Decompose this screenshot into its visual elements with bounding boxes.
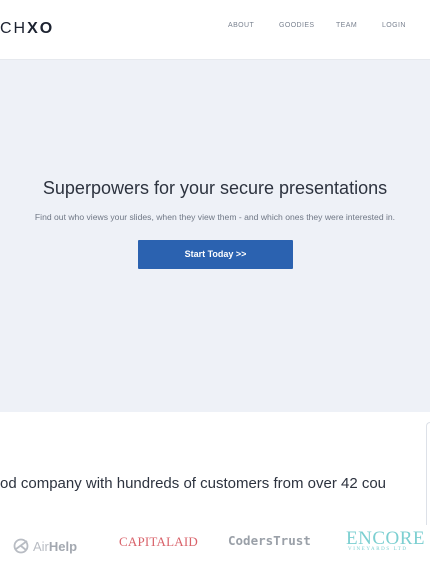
site-header: CHXO ABOUT GOODIES TEAM LOGIN	[0, 0, 430, 60]
airhelp-text-light: Air	[33, 538, 49, 554]
hero-subtitle: Find out who views your slides, when the…	[34, 212, 396, 222]
nav-link-goodies[interactable]: GOODIES	[279, 22, 314, 29]
customers-heading: od company with hundreds of customers fr…	[0, 475, 387, 492]
airhelp-text-bold: Help	[48, 538, 78, 554]
encore-name: ENCORE	[346, 528, 425, 549]
capitalaid-logo: CAPITALAID	[119, 534, 198, 549]
coderstrust-logo: CodersTrust	[228, 533, 311, 548]
airhelp-logo: Air Help	[13, 533, 77, 559]
nav-link-login[interactable]: LOGIN	[382, 22, 406, 29]
site-logo[interactable]: CHXO	[0, 19, 54, 39]
nav-link-team[interactable]: TEAM	[336, 22, 357, 29]
encore-logo: ENCORE VINEYARDS LTD	[346, 528, 430, 556]
side-panel-edge	[426, 422, 430, 525]
logo-text-thin: CH	[0, 20, 28, 37]
airhelp-icon	[13, 538, 29, 554]
nav-link-about[interactable]: ABOUT	[228, 22, 254, 29]
logo-text-bold: XO	[27, 20, 55, 37]
hero-section: Superpowers for your secure presentation…	[0, 60, 430, 412]
page: CHXO ABOUT GOODIES TEAM LOGIN Superpower…	[0, 0, 430, 570]
hero-title: Superpowers for your secure presentation…	[42, 178, 388, 198]
start-today-button[interactable]: Start Today >>	[138, 240, 293, 269]
